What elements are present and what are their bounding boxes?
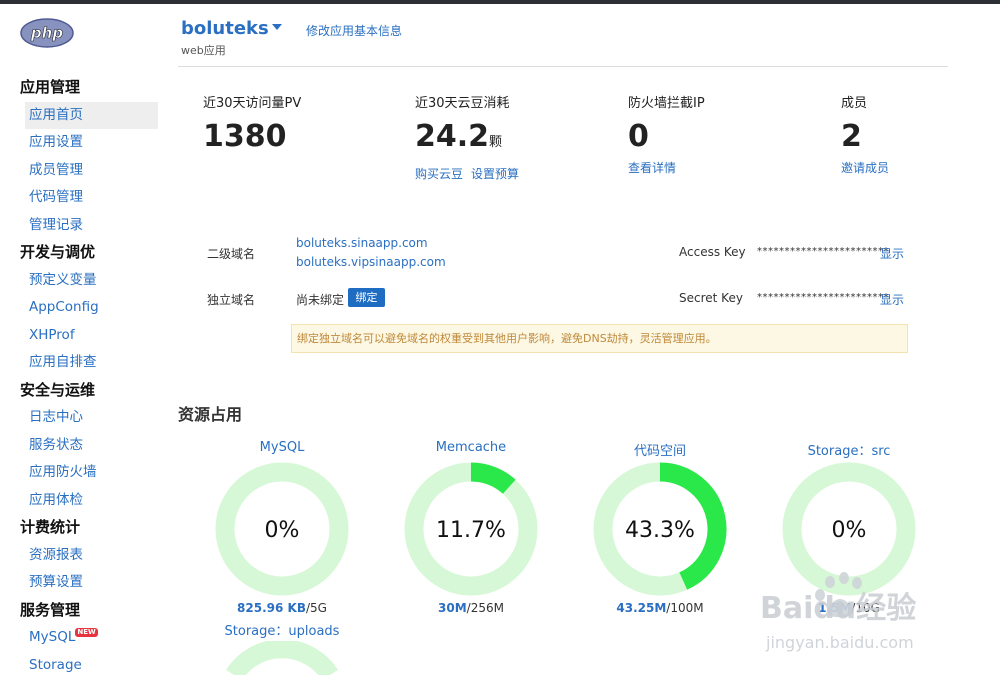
- gauge-percent: 0%: [832, 518, 867, 543]
- second-domain-label: 二级域名: [207, 245, 255, 262]
- gauge-track: [234, 649, 330, 675]
- caret-down-icon: [272, 24, 282, 30]
- sidebar-item-service-status[interactable]: 服务状态: [20, 432, 158, 460]
- gauge-percent: 0%: [265, 518, 300, 543]
- resources-title: 资源占用: [178, 401, 242, 425]
- sidebar-section-title: 开发与调优: [20, 239, 160, 267]
- sidebar-item-predefined-vars[interactable]: 预定义变量: [20, 267, 158, 295]
- gauge-usage-code-space: 43.25M/100M: [585, 601, 735, 615]
- access-key-label: Access Key: [679, 245, 746, 259]
- sidebar-item-budget[interactable]: 预算设置: [20, 569, 158, 597]
- gauge-total: /256M: [467, 601, 504, 615]
- second-domain-link[interactable]: boluteks.vipsinaapp.com: [296, 255, 446, 269]
- sidebar-section-title: 服务管理: [20, 597, 160, 625]
- stat-label: 防火墙拦截IP: [628, 92, 705, 111]
- unbound-text: 尚未绑定: [296, 291, 344, 308]
- sidebar-section-title: 应用管理: [20, 74, 160, 102]
- sidebar-section-title: 安全与运维: [20, 377, 160, 405]
- view-details-link[interactable]: 查看详情: [628, 161, 676, 175]
- edit-app-info-link[interactable]: 修改应用基本信息: [306, 22, 402, 39]
- sidebar-item-label: MySQL: [29, 629, 75, 645]
- stat-label: 近30天访问量PV: [203, 92, 301, 111]
- gauge-fill: [471, 472, 509, 487]
- second-domain-link[interactable]: boluteks.sinaapp.com: [296, 236, 428, 250]
- sidebar-item-app-settings[interactable]: 应用设置: [20, 129, 158, 157]
- top-bar: [0, 0, 1000, 4]
- gauge-title-memcache: Memcache: [396, 440, 546, 455]
- gauge-used: 43.25M: [616, 601, 666, 615]
- invite-members-link[interactable]: 邀请成员: [841, 161, 889, 175]
- sidebar-item-appconfig[interactable]: AppConfig: [20, 294, 158, 322]
- stat-label: 成员: [841, 92, 897, 111]
- set-budget-link[interactable]: 设置预算: [471, 167, 519, 181]
- sidebar-item-code[interactable]: 代码管理: [20, 184, 158, 212]
- bind-domain-button[interactable]: 绑定: [348, 288, 385, 307]
- gauge-title-code-space: 代码空间: [585, 440, 735, 459]
- app-type: web应用: [181, 42, 226, 58]
- stat-value: 24.2颗: [415, 119, 527, 161]
- secret-key-value: ************************: [757, 292, 889, 303]
- gauge-total: /100M: [666, 601, 703, 615]
- app-switcher[interactable]: boluteks: [181, 18, 282, 39]
- gauge-percent: 43.3%: [625, 518, 695, 543]
- gauge-storage-uploads: [215, 641, 349, 675]
- header-divider: [178, 66, 948, 67]
- stat-beans: 近30天云豆消耗 24.2颗 购买云豆设置预算: [415, 92, 527, 182]
- gauge-total: /5G: [306, 601, 327, 615]
- sidebar-item-firewall[interactable]: 应用防火墙: [20, 459, 158, 487]
- watermark-url: jingyan.baidu.com: [765, 633, 914, 652]
- sidebar-section-title: 计费统计: [20, 514, 160, 542]
- svg-text:php: php: [30, 24, 63, 42]
- stat-firewall: 防火墙拦截IP 0 查看详情: [628, 92, 705, 176]
- access-key-value: ************************: [757, 246, 889, 257]
- sidebar-item-app-home[interactable]: 应用首页: [25, 102, 158, 130]
- custom-domain-label: 独立域名: [207, 291, 255, 308]
- sidebar-item-self-check[interactable]: 应用自排查: [20, 349, 158, 377]
- stat-members: 成员 2 邀请成员: [841, 92, 897, 176]
- sidebar-item-mysql[interactable]: MySQLNEW: [20, 624, 158, 652]
- gauge-used: 825.96 KB: [237, 601, 306, 615]
- gauge-usage-memcache: 30M/256M: [396, 601, 546, 615]
- gauge-title-storage-src: Storage：src: [774, 440, 924, 459]
- sidebar-item-health-check[interactable]: 应用体检: [20, 487, 158, 515]
- stat-value: 0: [628, 119, 705, 155]
- gauge-mysql: 0%: [215, 462, 349, 596]
- watermark-brand: Baidu经验: [760, 591, 916, 626]
- gauge-title-mysql: MySQL: [207, 440, 357, 455]
- stat-value: 2: [841, 119, 897, 155]
- stat-pv: 近30天访问量PV 1380: [203, 92, 301, 155]
- php-logo[interactable]: php: [20, 18, 74, 48]
- domain-notice: 绑定独立域名可以避免域名的权重受到其他用户影响，避免DNS劫持，灵活管理应用。: [291, 324, 908, 353]
- new-badge: NEW: [75, 628, 97, 637]
- stat-number: 24.2: [415, 119, 489, 154]
- stat-value: 1380: [203, 119, 301, 155]
- sidebar-item-logs[interactable]: 管理记录: [20, 212, 158, 240]
- app-name: boluteks: [181, 18, 269, 39]
- gauge-code-space: 43.3%: [593, 462, 727, 596]
- show-access-key-link[interactable]: 显示: [880, 245, 904, 262]
- gauge-percent: 11.7%: [436, 518, 506, 543]
- buy-beans-link[interactable]: 购买云豆: [415, 167, 463, 181]
- sidebar-item-resource-report[interactable]: 资源报表: [20, 542, 158, 570]
- sidebar-item-members[interactable]: 成员管理: [20, 157, 158, 185]
- sidebar: 应用管理 应用首页 应用设置 成员管理 代码管理 管理记录 开发与调优 预定义变…: [20, 74, 160, 679]
- sidebar-item-log-center[interactable]: 日志中心: [20, 404, 158, 432]
- stat-label: 近30天云豆消耗: [415, 92, 527, 111]
- sidebar-item-xhprof[interactable]: XHProf: [20, 322, 158, 350]
- gauge-usage-mysql: 825.96 KB/5G: [207, 601, 357, 615]
- stat-unit: 颗: [489, 135, 502, 150]
- gauge-title-storage-uploads: Storage：uploads: [207, 620, 357, 639]
- secret-key-label: Secret Key: [679, 291, 743, 305]
- baidu-jingyan-watermark: Baidu经验 jingyan.baidu.com: [760, 568, 945, 658]
- show-secret-key-link[interactable]: 显示: [880, 291, 904, 308]
- gauge-memcache: 11.7%: [404, 462, 538, 596]
- gauge-used: 30M: [438, 601, 467, 615]
